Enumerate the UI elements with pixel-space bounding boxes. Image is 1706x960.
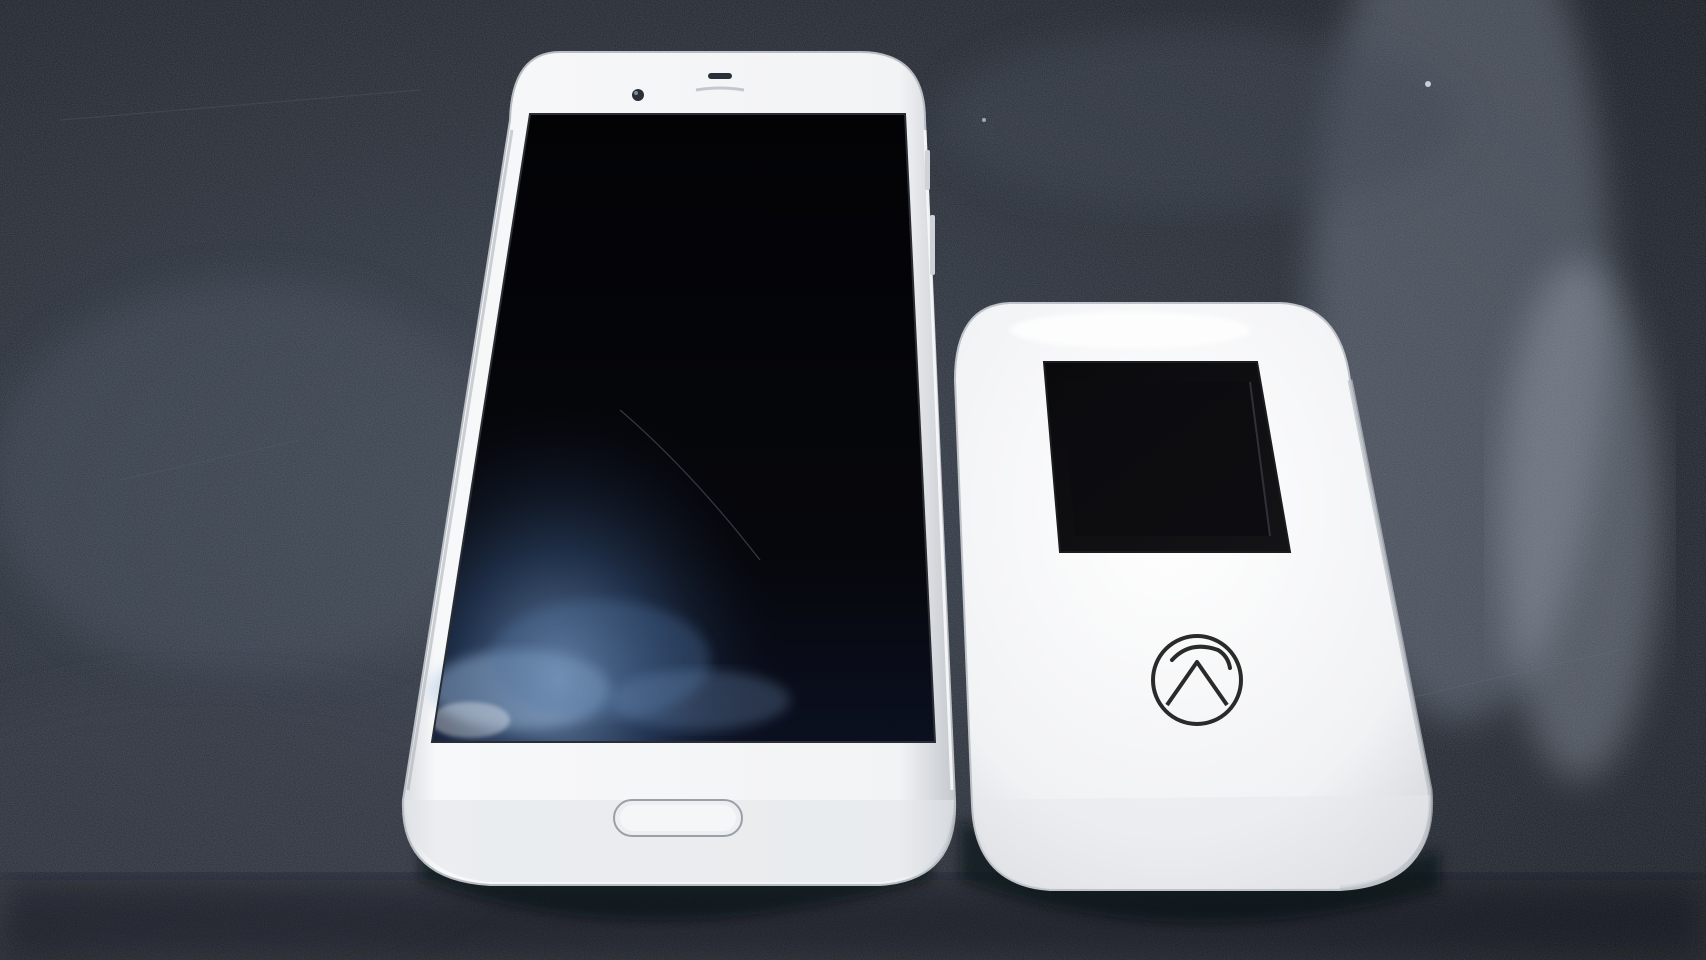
- photo-canvas: [0, 0, 1706, 960]
- front-camera-icon: [632, 89, 644, 101]
- earpiece-icon: [708, 73, 732, 79]
- photo-scene: [0, 0, 1706, 960]
